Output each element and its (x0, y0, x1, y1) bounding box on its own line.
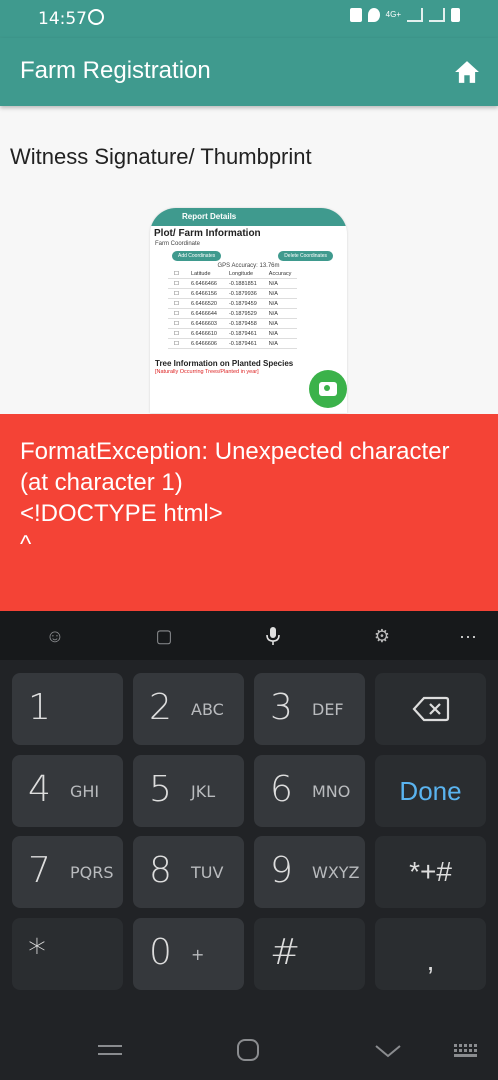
table-row: ☐ 6.6466644 -0.1879529 N/A (168, 308, 298, 319)
error-message: FormatException: Unexpected character (a… (20, 438, 450, 558)
camera-button[interactable] (309, 370, 347, 408)
status-bar: 14:57 4G+ (0, 0, 498, 38)
back-icon[interactable] (374, 1044, 402, 1058)
table-row: ☐ 6.6466156 -0.1879936 N/A (168, 288, 298, 299)
comma-key[interactable]: , (375, 918, 486, 990)
thumb-delete-button: Delete Coordinates (278, 251, 333, 261)
microphone-icon[interactable] (262, 625, 284, 647)
table-row: ☐ 6.6466606 -0.1879461 N/A (168, 338, 298, 349)
lock-icon (349, 8, 362, 22)
table-row: ☐ 6.6466466 -0.1881851 N/A (168, 278, 298, 289)
status-icons: 4G+ (349, 8, 460, 22)
key-0[interactable]: 0 + (133, 918, 244, 990)
camera-icon (319, 382, 337, 396)
key-4[interactable]: 4 GHI (12, 755, 123, 827)
table-row: ☐ 6.6466610 -0.1879461 N/A (168, 328, 298, 339)
key-hash[interactable]: # (254, 918, 365, 990)
key-6[interactable]: 6 MNO (254, 755, 365, 827)
key-star[interactable]: * (12, 918, 123, 990)
witness-label: Witness Signature/ Thumbprint (10, 144, 312, 169)
backspace-icon (412, 696, 450, 722)
thumb-buttons: Add Coordinates Delete Coordinates (150, 247, 347, 263)
signal-icon (407, 8, 423, 22)
app-bar: Farm Registration (0, 38, 498, 106)
signal-icon-2 (429, 8, 445, 22)
thumb-add-button: Add Coordinates (172, 251, 222, 261)
symbols-key[interactable]: *+# (375, 836, 486, 908)
key-2[interactable]: 2 ABC (133, 673, 244, 745)
settings-icon[interactable]: ⚙ (371, 625, 393, 647)
key-5[interactable]: 5 JKL (133, 755, 244, 827)
battery-icon (451, 8, 460, 22)
table-row: ☐ 6.6466520 -0.1879459 N/A (168, 298, 298, 309)
keyboard-icon[interactable] (454, 1044, 478, 1058)
whatsapp-icon (88, 9, 104, 25)
home-icon[interactable] (454, 60, 480, 84)
key-1[interactable]: 1 (12, 673, 123, 745)
table-header-row: ☐ Latitude Longitude Accuracy (168, 269, 298, 279)
status-time: 14:57 (38, 9, 87, 29)
col-latitude: Latitude (184, 269, 223, 279)
thumb-heading: Plot/ Farm Information (154, 228, 261, 239)
col-accuracy: Accuracy (262, 269, 298, 279)
thumb-header: Report Details (150, 208, 347, 226)
table-row: ☐ 6.6466603 -0.1879458 N/A (168, 318, 298, 329)
network-type: 4G+ (385, 10, 401, 19)
numeric-keyboard: ☺ ▢ ⚙ ··· 1 2 ABC 3 DEF 4 GHI 5 JKL 6 MNO Don… (0, 611, 498, 1080)
key-3[interactable]: 3 DEF (254, 673, 365, 745)
recent-apps-icon[interactable] (98, 1042, 122, 1058)
key-8[interactable]: 8 TUV (133, 836, 244, 908)
done-key[interactable]: Done (375, 755, 486, 827)
sticker-icon[interactable]: ▢ (153, 625, 175, 647)
home-nav-icon[interactable] (236, 1038, 260, 1062)
emoji-icon[interactable]: ☺ (44, 625, 66, 647)
error-banner: FormatException: Unexpected character (a… (0, 414, 498, 611)
thumb-tree-heading: Tree Information on Planted Species (155, 359, 294, 368)
more-icon[interactable]: ··· (457, 625, 479, 647)
key-7[interactable]: 7 PQRS (12, 836, 123, 908)
keyboard-toolbar: ☺ ▢ ⚙ ··· (0, 611, 498, 660)
thumb-table: ☐ Latitude Longitude Accuracy ☐ 6.6466466… (168, 269, 298, 349)
col-longitude: Longitude (222, 269, 263, 279)
key-9[interactable]: 9 WXYZ (254, 836, 365, 908)
navigation-bar (0, 1020, 498, 1080)
location-icon (367, 8, 380, 22)
backspace-key[interactable] (375, 673, 486, 745)
page-title: Farm Registration (20, 57, 211, 84)
